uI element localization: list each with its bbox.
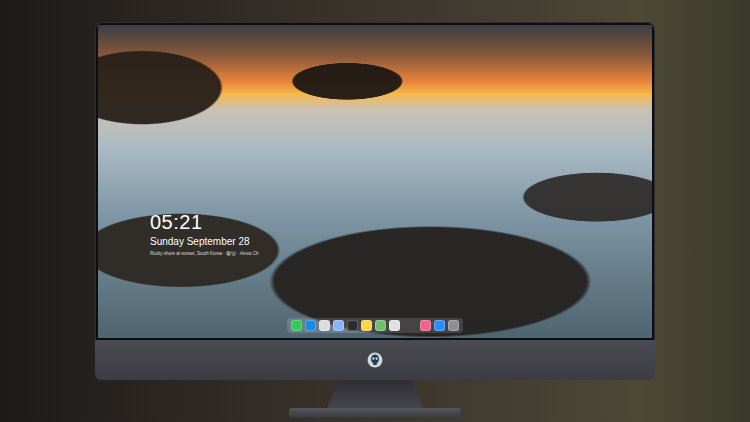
app-icon[interactable] xyxy=(291,320,302,331)
time: 05:21 xyxy=(150,211,652,233)
app-icon[interactable] xyxy=(389,320,400,331)
logo-icon xyxy=(367,352,383,368)
app-icon[interactable] xyxy=(319,320,330,331)
monitor-stand-base xyxy=(289,408,461,418)
monitor-stand-neck xyxy=(327,380,423,408)
monitor-chin xyxy=(95,340,655,380)
app-icon[interactable] xyxy=(305,320,316,331)
app-icon[interactable] xyxy=(333,320,344,331)
dock xyxy=(287,318,463,333)
wallpaper-caption: Rocky shore at sunset, South Korea · 촬영 … xyxy=(150,250,652,257)
app-icon[interactable] xyxy=(375,320,386,331)
desktop-mockup: 05:21 Sunday September 28 Rocky shore at s… xyxy=(0,0,750,422)
date: Sunday September 28 xyxy=(150,235,652,248)
monitor-bezel: 05:21 Sunday September 28 Rocky shore at s… xyxy=(95,22,655,340)
app-icon[interactable] xyxy=(448,320,459,331)
app-icon[interactable] xyxy=(361,320,372,331)
app-icon[interactable] xyxy=(420,320,431,331)
lock-screen: 05:21 Sunday September 28 Rocky shore at s… xyxy=(98,25,652,338)
app-icon[interactable] xyxy=(347,320,358,331)
app-icon[interactable] xyxy=(434,320,445,331)
dock-separator xyxy=(403,320,417,331)
clock-widget: 05:21 Sunday September 28 Rocky shore at s… xyxy=(150,211,652,257)
